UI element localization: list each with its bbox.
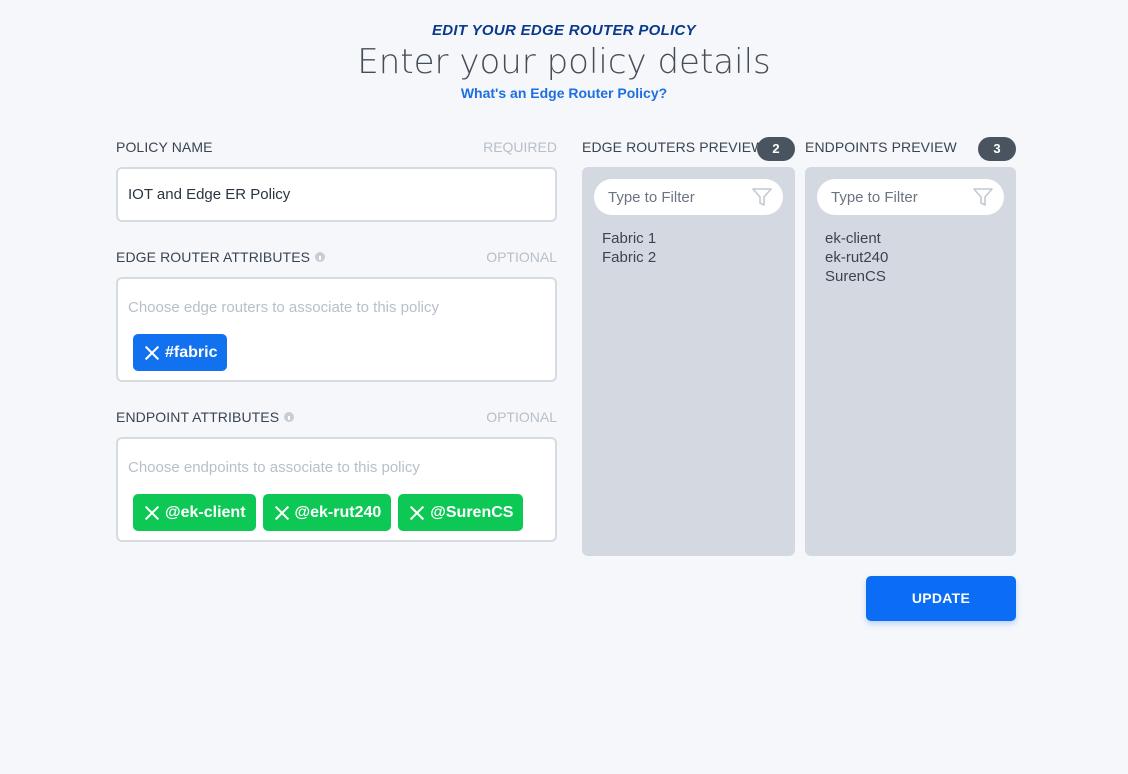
close-icon[interactable] <box>145 346 159 360</box>
policy-name-required-hint: REQUIRED <box>483 139 557 155</box>
edge-router-attributes-field[interactable]: Choose edge routers to associate to this… <box>116 277 557 382</box>
attribute-chip-label: @ek-client <box>165 503 246 521</box>
endpoint-attributes-label: ENDPOINT ATTRIBUTES <box>116 409 295 425</box>
info-icon[interactable] <box>284 412 295 422</box>
list-item: ek-client <box>825 230 881 247</box>
attribute-chip-ek-rut240[interactable]: @ek-rut240 <box>262 494 392 531</box>
endpoint-attributes-label-text: ENDPOINT ATTRIBUTES <box>116 409 280 425</box>
endpoints-preview-panel: ek-client ek-rut240 SurenCS <box>805 167 1016 556</box>
list-item: Fabric 2 <box>602 249 657 266</box>
attribute-chip-fabric[interactable]: #fabric <box>133 334 228 371</box>
endpoint-attributes-optional-hint: OPTIONAL <box>486 409 557 425</box>
edge-router-attributes-optional-hint: OPTIONAL <box>486 249 557 265</box>
edge-routers-preview-panel: Fabric 1 Fabric 2 <box>582 167 795 556</box>
edge-routers-count-badge: 2 <box>757 137 795 161</box>
list-item: Fabric 1 <box>602 230 657 247</box>
edge-router-attributes-placeholder[interactable]: Choose edge routers to associate to this… <box>128 299 439 316</box>
list-item: SurenCS <box>825 268 886 285</box>
endpoints-filter[interactable] <box>817 179 1004 215</box>
attribute-chip-label: @SurenCS <box>430 503 514 521</box>
endpoints-count-badge: 3 <box>978 137 1016 161</box>
attribute-chip-label: #fabric <box>165 343 218 361</box>
funnel-icon[interactable] <box>751 186 773 208</box>
page-eyebrow: EDIT YOUR EDGE ROUTER POLICY <box>432 22 696 39</box>
close-icon[interactable] <box>410 506 424 520</box>
endpoint-attributes-placeholder[interactable]: Choose endpoints to associate to this po… <box>128 459 420 476</box>
attribute-chip-ek-client[interactable]: @ek-client <box>133 494 256 531</box>
policy-name-input[interactable] <box>118 169 555 220</box>
endpoint-attribute-chips: @ek-client @ek-rut240 @SurenCS <box>133 494 524 531</box>
policy-name-field[interactable] <box>116 167 557 222</box>
close-icon[interactable] <box>275 506 289 520</box>
edge-router-attributes-label: EDGE ROUTER ATTRIBUTES <box>116 249 326 265</box>
list-item: ek-rut240 <box>825 249 889 266</box>
endpoints-list: ek-client ek-rut240 SurenCS <box>825 229 888 286</box>
endpoints-preview-label: ENDPOINTS PREVIEW <box>805 139 957 155</box>
edge-router-attribute-chips: #fabric <box>133 334 228 371</box>
edge-routers-filter[interactable] <box>594 179 783 215</box>
close-icon[interactable] <box>145 506 159 520</box>
policy-name-label: POLICY NAME <box>116 139 213 155</box>
attribute-chip-surencs[interactable]: @SurenCS <box>398 494 524 531</box>
edge-router-attributes-label-text: EDGE ROUTER ATTRIBUTES <box>116 249 311 265</box>
info-icon[interactable] <box>315 252 326 262</box>
page-title: Enter your policy details <box>357 42 771 82</box>
funnel-icon[interactable] <box>972 186 994 208</box>
edge-routers-preview-label: EDGE ROUTERS PREVIEW <box>582 139 765 155</box>
update-button[interactable]: UPDATE <box>866 576 1016 621</box>
endpoint-attributes-field[interactable]: Choose endpoints to associate to this po… <box>116 437 557 542</box>
edge-routers-list: Fabric 1 Fabric 2 <box>602 229 656 267</box>
help-link[interactable]: What's an Edge Router Policy? <box>0 85 1128 101</box>
attribute-chip-label: @ek-rut240 <box>294 503 382 521</box>
